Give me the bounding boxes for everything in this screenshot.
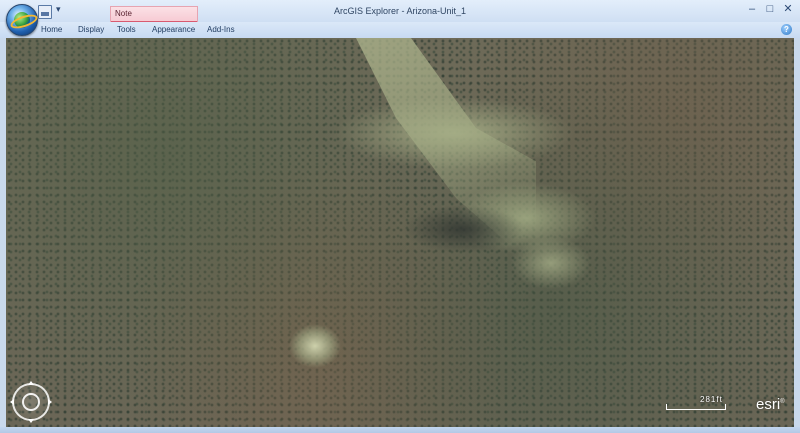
- application-menu-button[interactable]: [6, 4, 40, 36]
- maximize-button[interactable]: □: [762, 4, 778, 16]
- meadow-clearing: [356, 38, 536, 268]
- tab-display[interactable]: Display: [78, 24, 104, 36]
- help-icon[interactable]: ?: [781, 24, 792, 35]
- scale-bar: [666, 404, 726, 410]
- scale-label: 281ft: [700, 395, 723, 404]
- pan-right-icon[interactable]: [48, 399, 55, 405]
- pan-down-icon[interactable]: [28, 419, 34, 426]
- tab-home[interactable]: Home: [41, 24, 62, 36]
- close-button[interactable]: ✕: [780, 4, 796, 16]
- title-bar: ▾ Note ArcGIS Explorer - Arizona-Unit_1 …: [0, 0, 800, 23]
- ribbon-tab-bar: Home Display Tools Appearance Add-Ins ?: [0, 22, 800, 39]
- esri-logo: esri®: [756, 396, 785, 413]
- tab-appearance[interactable]: Appearance: [152, 24, 195, 36]
- quick-access-dropdown-icon[interactable]: ▾: [56, 4, 61, 15]
- registered-mark: ®: [780, 399, 785, 405]
- context-tab-note[interactable]: Note: [110, 6, 198, 23]
- navigation-center[interactable]: [22, 393, 40, 411]
- save-icon[interactable]: [38, 5, 52, 19]
- orbit-ring-icon: [8, 11, 40, 32]
- minimize-button[interactable]: –: [744, 4, 760, 16]
- pan-up-icon[interactable]: [28, 378, 34, 385]
- navigation-control[interactable]: [10, 381, 52, 423]
- map-view[interactable]: [6, 38, 794, 427]
- tab-add-ins[interactable]: Add-Ins: [207, 24, 235, 36]
- context-tab-label: Note: [115, 9, 132, 18]
- tab-tools[interactable]: Tools: [117, 24, 136, 36]
- esri-logo-text: esri: [756, 396, 781, 413]
- window-frame-bottom: [0, 427, 800, 433]
- window-frame-right: [794, 38, 800, 427]
- pan-left-icon[interactable]: [7, 399, 14, 405]
